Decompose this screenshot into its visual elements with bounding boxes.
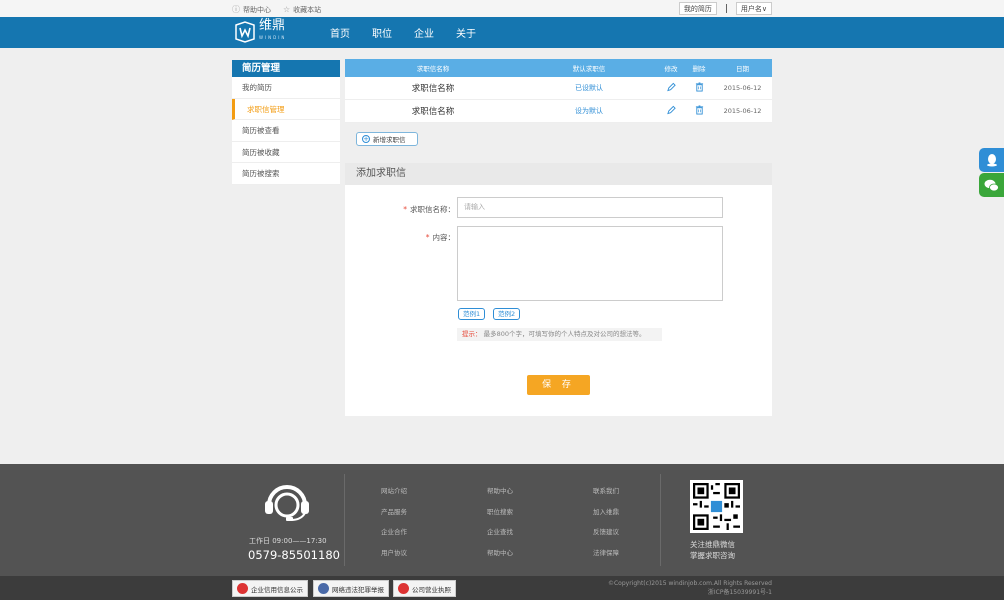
info-icon: ⓘ bbox=[232, 5, 240, 14]
plus-icon: + bbox=[362, 135, 370, 143]
letter-name: 求职信名称 bbox=[411, 84, 455, 94]
footer-bottom-bar: 企业信用信息公示 网络违法犯罪举报 公司营业执照 ©Copyright(c)20… bbox=[0, 576, 1004, 600]
cover-letter-table: 求职信名称 默认求职信 修改 删除 日期 求职信名称 已设默认 2015-06-… bbox=[345, 59, 772, 123]
sidebar-item-saved[interactable]: 简历被收藏 bbox=[232, 142, 340, 163]
footer-link[interactable]: 帮助中心 bbox=[487, 547, 513, 557]
star-icon: ☆ bbox=[283, 5, 291, 14]
qq-float-button[interactable] bbox=[979, 148, 1004, 172]
headset-icon bbox=[265, 485, 309, 521]
letter-name-input[interactable]: 请输入 bbox=[457, 197, 723, 218]
credit-info-badge[interactable]: 企业信用信息公示 bbox=[232, 580, 308, 597]
emblem-icon bbox=[398, 583, 409, 594]
site-footer: 工作日 09:00——17:30 0579-85501180 网站介绍 产品服务… bbox=[0, 464, 1004, 576]
footer-link[interactable]: 加入维鼎 bbox=[593, 506, 619, 516]
footer-link[interactable]: 企业合作 bbox=[381, 526, 407, 536]
wechat-qr-code bbox=[690, 480, 743, 533]
example-2-button[interactable]: 范例2 bbox=[493, 308, 521, 320]
wechat-icon bbox=[984, 179, 999, 191]
sidebar-item-cover-letters[interactable]: 求职信管理 bbox=[232, 98, 340, 120]
trash-icon bbox=[695, 105, 703, 114]
footer-link[interactable]: 网站介绍 bbox=[381, 485, 407, 495]
footer-divider bbox=[344, 474, 345, 566]
user-menu-button[interactable]: 用户名∨ bbox=[735, 2, 772, 15]
content-textarea[interactable] bbox=[457, 226, 723, 301]
col-header-name: 求职信名称 bbox=[416, 65, 450, 73]
table-row: 求职信名称 已设默认 2015-06-12 bbox=[345, 77, 772, 100]
letter-name: 求职信名称 bbox=[411, 107, 455, 117]
qr-caption: 关注维鼎微信 bbox=[690, 540, 735, 549]
delete-button[interactable] bbox=[685, 105, 713, 118]
logo-text: 维鼎 WINDIN bbox=[259, 18, 287, 40]
footer-link[interactable]: 帮助中心 bbox=[487, 485, 513, 495]
sidebar-item-my-resume[interactable]: 我的简历 bbox=[232, 77, 340, 99]
content-label: * 内容： bbox=[425, 233, 455, 242]
edit-button[interactable] bbox=[657, 105, 685, 118]
resume-sidebar: 简历管理 我的简历 求职信管理 简历被查看 简历被收藏 简历被搜索 bbox=[232, 60, 340, 185]
trash-icon bbox=[695, 82, 703, 91]
main-header: 维鼎 WINDIN 首页 职位 企业 关于 bbox=[0, 17, 1004, 48]
business-license-badge[interactable]: 公司营业执照 bbox=[393, 580, 456, 597]
delete-button[interactable] bbox=[685, 82, 713, 95]
top-utility-right: 我的简历 | 用户名∨ bbox=[678, 2, 772, 15]
service-phone: 0579-85501180 bbox=[248, 548, 340, 562]
favorite-link[interactable]: ☆ 收藏本站 bbox=[283, 5, 321, 15]
add-cover-letter-button[interactable]: + 新增求职信 bbox=[356, 132, 418, 146]
qr-caption: 掌握求职咨询 bbox=[690, 551, 735, 560]
shield-icon bbox=[237, 583, 248, 594]
default-status: 已设默认 bbox=[575, 84, 603, 92]
form-title: 添加求职信 bbox=[345, 163, 772, 185]
footer-link[interactable]: 联系我们 bbox=[593, 485, 619, 495]
save-button[interactable]: 保 存 bbox=[527, 375, 590, 395]
set-default-link[interactable]: 设为默认 bbox=[521, 106, 657, 116]
pencil-icon bbox=[666, 82, 676, 91]
nav-jobs[interactable]: 职位 bbox=[372, 25, 392, 40]
required-mark: * bbox=[403, 205, 407, 214]
footer-link[interactable]: 用户协议 bbox=[381, 547, 407, 557]
cover-letter-list: 求职信名称 默认求职信 修改 删除 日期 求职信名称 已设默认 2015-06-… bbox=[345, 59, 772, 123]
copyright: ©Copyright(c)2015 windinjob.com.All Righ… bbox=[607, 580, 772, 596]
sidebar-item-searched[interactable]: 简历被搜索 bbox=[232, 163, 340, 185]
sidebar-title: 简历管理 bbox=[232, 60, 340, 77]
add-cover-letter-form: 添加求职信 * 求职信名称： 请输入 * 内容： 范例1 范例2 提示： 最多800… bbox=[345, 163, 772, 416]
my-resume-button[interactable]: 我的简历 bbox=[678, 2, 717, 15]
site-logo[interactable]: 维鼎 WINDIN bbox=[234, 18, 290, 44]
work-hours: 工作日 09:00——17:30 bbox=[249, 537, 327, 545]
police-badge-icon bbox=[318, 583, 329, 594]
table-header: 求职信名称 默认求职信 修改 删除 日期 bbox=[345, 59, 772, 77]
col-header-edit: 修改 bbox=[664, 65, 678, 73]
qq-icon bbox=[986, 154, 997, 167]
col-header-date: 日期 bbox=[736, 65, 749, 73]
main-nav: 首页 职位 企业 关于 bbox=[330, 17, 476, 48]
letter-date: 2015-06-12 bbox=[723, 107, 762, 115]
top-utility-bar: ⓘ 帮助中心 ☆ 收藏本站 我的简历 | 用户名∨ bbox=[0, 0, 1004, 17]
sidebar-item-viewed[interactable]: 简历被查看 bbox=[232, 120, 340, 142]
nav-home[interactable]: 首页 bbox=[330, 25, 350, 40]
footer-link[interactable]: 职位搜索 bbox=[487, 506, 513, 516]
pencil-icon bbox=[666, 105, 676, 114]
example-1-button[interactable]: 范例1 bbox=[458, 308, 486, 320]
top-divider: | bbox=[724, 3, 728, 14]
logo-icon bbox=[235, 21, 255, 43]
form-tip: 提示： 最多800个字，可填写你的个人特点及对公司的想法等。 bbox=[457, 328, 662, 341]
table-row: 求职信名称 设为默认 2015-06-12 bbox=[345, 100, 772, 123]
qr-code-icon bbox=[693, 483, 740, 530]
letter-date: 2015-06-12 bbox=[723, 84, 762, 92]
footer-link[interactable]: 产品服务 bbox=[381, 506, 407, 516]
footer-link[interactable]: 反馈建议 bbox=[593, 526, 619, 536]
top-utility-left: ⓘ 帮助中心 ☆ 收藏本站 bbox=[232, 4, 321, 15]
help-center-link[interactable]: ⓘ 帮助中心 bbox=[232, 4, 271, 15]
col-header-default: 默认求职信 bbox=[572, 65, 606, 73]
edit-button[interactable] bbox=[657, 82, 685, 95]
name-label: * 求职信名称： bbox=[403, 205, 455, 214]
nav-companies[interactable]: 企业 bbox=[414, 25, 434, 40]
nav-about[interactable]: 关于 bbox=[456, 25, 476, 40]
wechat-float-button[interactable] bbox=[979, 173, 1004, 197]
crime-report-badge[interactable]: 网络违法犯罪举报 bbox=[313, 580, 389, 597]
footer-link[interactable]: 法律保障 bbox=[593, 547, 619, 557]
footer-link[interactable]: 企业查找 bbox=[487, 526, 513, 536]
col-header-delete: 删除 bbox=[692, 65, 706, 73]
footer-divider bbox=[660, 474, 661, 566]
required-mark: * bbox=[425, 233, 430, 242]
